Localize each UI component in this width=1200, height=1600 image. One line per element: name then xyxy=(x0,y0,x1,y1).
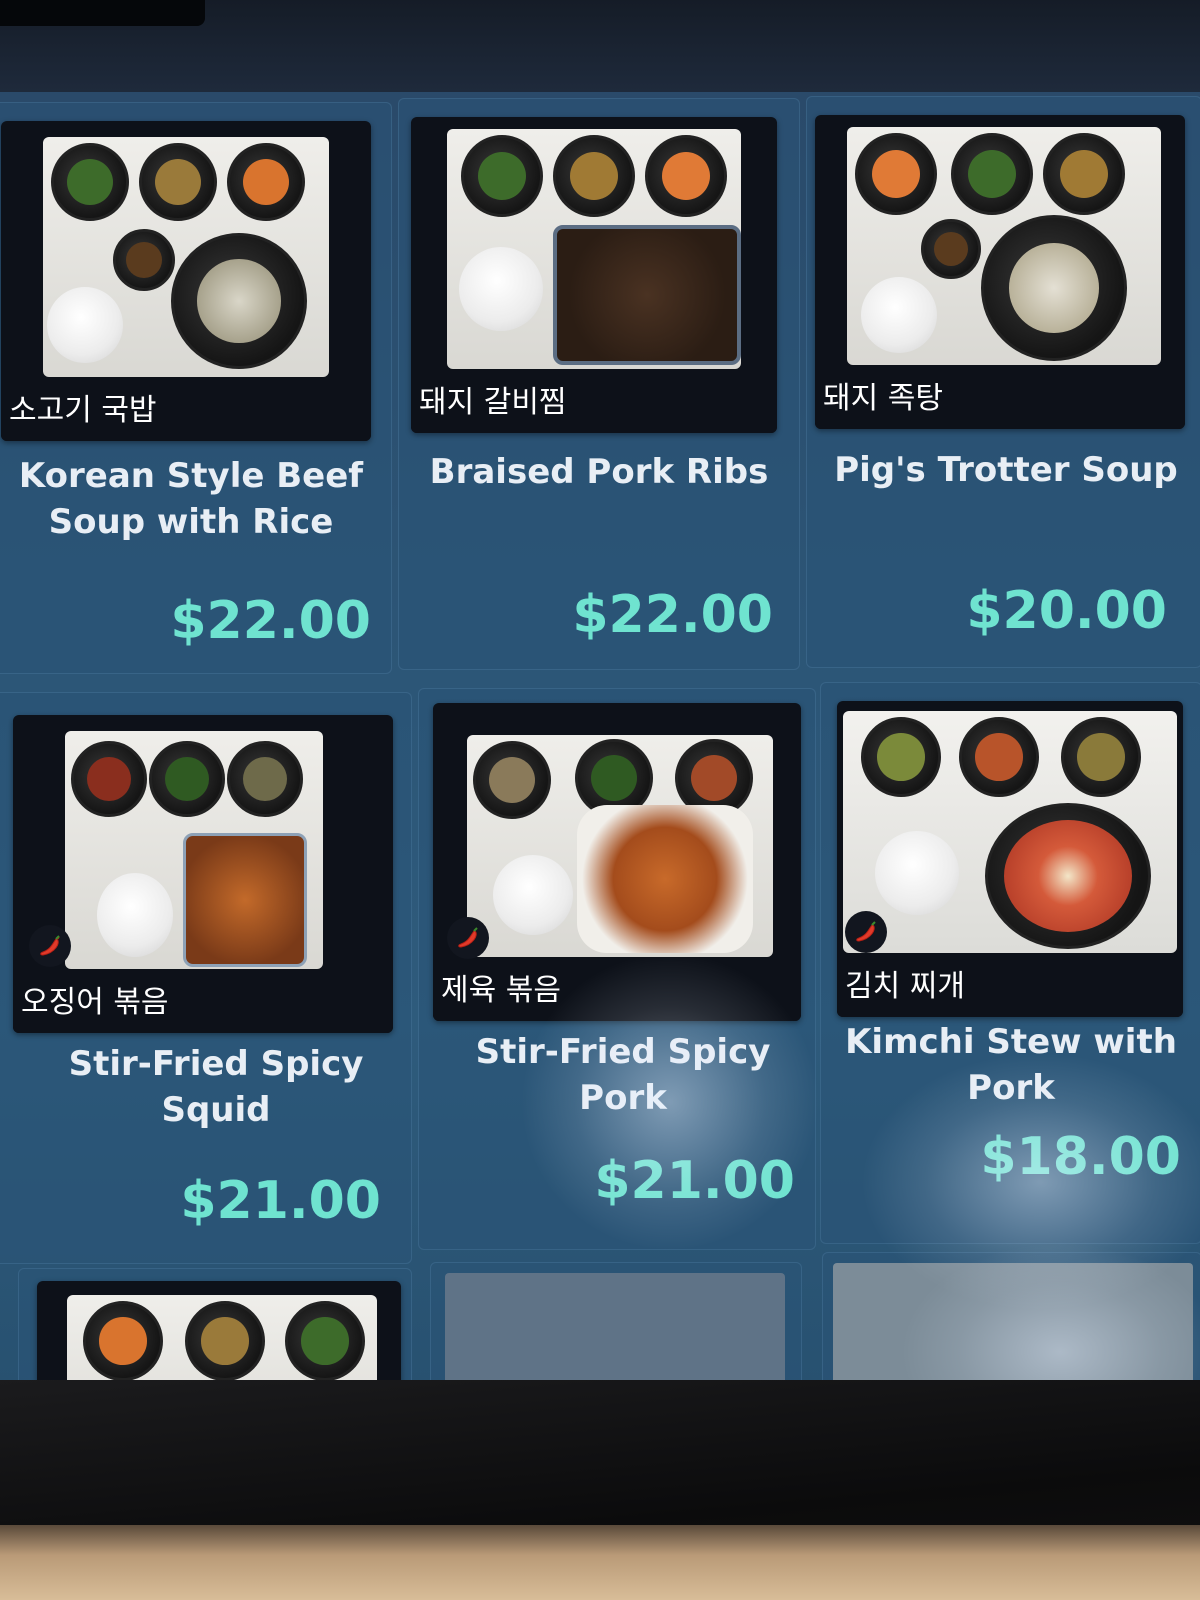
side-dish-bowl xyxy=(1061,717,1141,797)
side-dish-bowl xyxy=(461,135,543,217)
side-dish-bowl xyxy=(861,717,941,797)
food-tray-image xyxy=(847,127,1161,365)
kimchi-stew-pot xyxy=(985,803,1151,949)
menu-card[interactable]: 소고기 국밥 Korean Style Beef Soup with Rice … xyxy=(0,102,392,674)
menu-card[interactable]: 돼지 족탕 Pig's Trotter Soup $20.00 xyxy=(806,96,1200,668)
food-tray-image xyxy=(447,129,741,369)
english-name: Stir-Fried Spicy Squid xyxy=(68,1044,364,1130)
braised-ribs-dish xyxy=(553,225,741,365)
menu-card[interactable]: 제육 볶음 Stir-Fried Spicy Pork $21.00 xyxy=(418,688,816,1250)
menu-card[interactable]: 돼지 갈비찜 Braised Pork Ribs $22.00 xyxy=(398,98,800,670)
side-dish-bowl xyxy=(149,741,225,817)
rice-bowl xyxy=(493,855,573,935)
soup-pot xyxy=(981,215,1127,361)
price: $21.00 xyxy=(180,1171,381,1231)
rice-bowl xyxy=(47,287,123,363)
menu-item-image[interactable]: 소고기 국밥 xyxy=(1,121,371,441)
soup-pot xyxy=(171,233,307,369)
price: $18.00 xyxy=(980,1127,1181,1187)
english-name: Pig's Trotter Soup xyxy=(834,450,1178,490)
top-bezel-tab xyxy=(0,0,205,26)
side-dish-bowl xyxy=(227,741,303,817)
side-dish-bowl xyxy=(645,135,727,217)
side-dish-bowl xyxy=(285,1301,365,1381)
food-tray-image xyxy=(43,137,329,377)
korean-name: 김치 찌개 xyxy=(837,957,1183,1017)
english-name: Korean Style Beef Soup with Rice xyxy=(18,456,364,542)
rice-bowl xyxy=(97,873,173,957)
side-dish-bowl xyxy=(139,143,217,221)
side-dish-bowl xyxy=(71,741,147,817)
korean-name: 소고기 국밥 xyxy=(1,381,371,441)
side-dish-bowl xyxy=(473,741,551,819)
english-name: Braised Pork Ribs xyxy=(429,452,769,492)
menu-item-image[interactable]: 김치 찌개 xyxy=(837,701,1183,1017)
menu-item-image[interactable]: 돼지 족탕 xyxy=(815,115,1185,429)
spicy-pork-dish xyxy=(577,805,753,953)
side-dish-bowl xyxy=(83,1301,163,1381)
korean-name: 오징어 볶음 xyxy=(13,973,393,1033)
side-dish-bowl xyxy=(51,143,129,221)
side-dish-bowl xyxy=(951,133,1033,215)
price: $21.00 xyxy=(594,1151,795,1211)
korean-name: 돼지 갈비찜 xyxy=(411,373,777,433)
food-tray-image xyxy=(65,731,323,969)
wooden-table xyxy=(0,1525,1200,1600)
kiosk-screen: 소고기 국밥 Korean Style Beef Soup with Rice … xyxy=(0,92,1200,1422)
rice-bowl xyxy=(875,831,959,915)
sauce-bowl xyxy=(921,219,981,279)
korean-name: 돼지 족탕 xyxy=(815,369,1185,429)
price: $20.00 xyxy=(966,581,1167,641)
chili-pepper-icon xyxy=(29,925,71,967)
menu-card[interactable]: 오징어 볶음 Stir-Fried Spicy Squid $21.00 xyxy=(0,692,412,1264)
rice-bowl xyxy=(459,247,543,331)
english-name: Stir-Fried Spicy Pork xyxy=(475,1032,771,1118)
side-dish-bowl xyxy=(855,133,937,215)
price: $22.00 xyxy=(572,585,773,645)
squid-stir-fry-dish xyxy=(183,833,307,967)
side-dish-bowl xyxy=(1043,133,1125,215)
menu-item-image[interactable]: 돼지 갈비찜 xyxy=(411,117,777,433)
food-tray-image xyxy=(843,711,1177,953)
chili-pepper-icon xyxy=(447,917,489,959)
side-dish-bowl xyxy=(959,717,1039,797)
rice-bowl xyxy=(861,277,937,353)
food-tray-image xyxy=(467,735,773,957)
side-dish-bowl xyxy=(185,1301,265,1381)
korean-name: 제육 볶음 xyxy=(433,961,801,1021)
menu-item-image[interactable]: 오징어 볶음 xyxy=(13,715,393,1033)
sauce-bowl xyxy=(113,229,175,291)
side-dish-bowl xyxy=(553,135,635,217)
menu-item-image[interactable]: 제육 볶음 xyxy=(433,703,801,1021)
english-name: Kimchi Stew with Pork xyxy=(845,1022,1177,1108)
price: $22.00 xyxy=(170,591,371,651)
photo-of-kiosk: 소고기 국밥 Korean Style Beef Soup with Rice … xyxy=(0,0,1200,1600)
side-dish-bowl xyxy=(227,143,305,221)
chili-pepper-icon xyxy=(845,911,887,953)
menu-card[interactable]: 김치 찌개 Kimchi Stew with Pork $18.00 xyxy=(820,682,1200,1244)
